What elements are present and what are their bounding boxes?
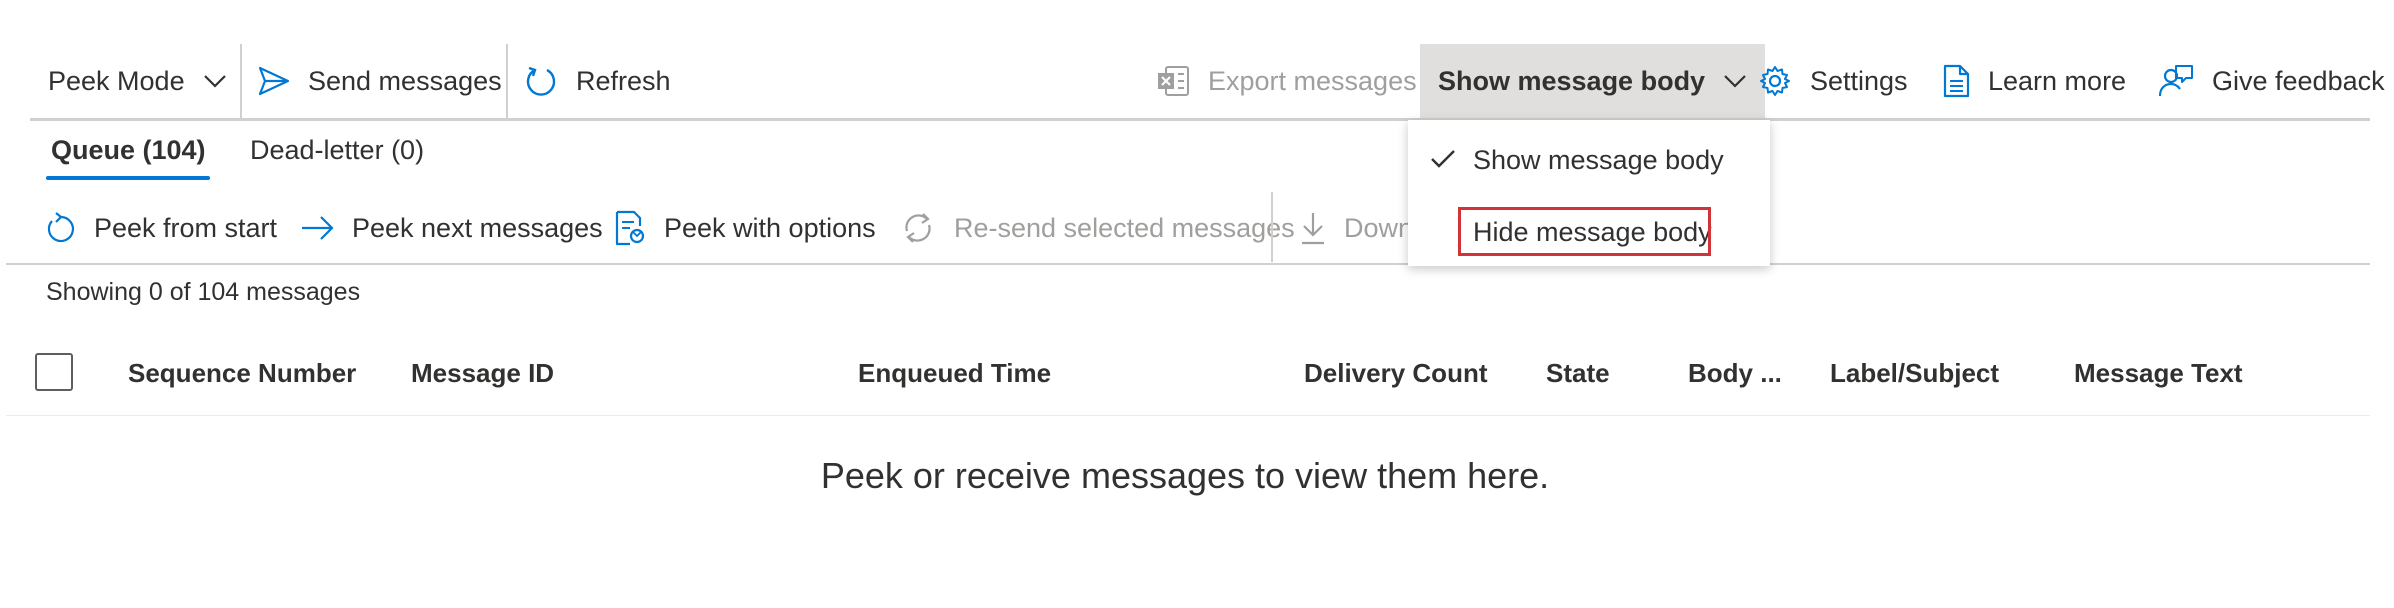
menu-item-show-message-body[interactable]: Show message body [1408,128,1770,192]
select-all-checkbox[interactable] [35,353,73,391]
refresh-label: Refresh [576,65,671,96]
settings-button[interactable]: Settings [1758,44,1908,118]
column-header-body[interactable]: Body ... [1688,358,1782,389]
empty-state-message: Peek or receive messages to view them he… [820,455,1550,496]
refresh-icon [524,64,558,98]
resend-selected-messages-label: Re-send selected messages [954,212,1295,243]
table-header-divider [6,415,2370,416]
export-messages-button[interactable]: Export messages [1156,44,1417,118]
arrow-right-icon [300,215,334,241]
chevron-down-icon [203,74,227,88]
send-icon [258,66,290,96]
column-header-label-subject[interactable]: Label/Subject [1830,358,1999,389]
give-feedback-button[interactable]: Give feedback [2158,44,2385,118]
message-count-status: Showing 0 of 104 messages [46,278,361,306]
excel-icon [1156,65,1190,97]
column-header-sequence-number[interactable]: Sequence Number [128,358,356,389]
resend-icon [900,211,936,245]
peek-with-options-button[interactable]: Peek with options [614,200,876,256]
separator [1271,192,1273,262]
download-icon [1300,211,1326,245]
learn-more-label: Learn more [1988,65,2127,96]
separator [240,44,242,118]
column-header-state[interactable]: State [1546,358,1610,389]
refresh-button[interactable]: Refresh [524,44,671,118]
highlight-box [1458,207,1711,256]
gear-icon [1758,64,1792,98]
export-messages-label: Export messages [1208,65,1417,96]
download-label: Down [1344,212,1414,243]
peek-next-messages-label: Peek next messages [352,212,603,243]
send-messages-label: Send messages [308,65,502,96]
checkmark-icon [1430,148,1456,170]
active-tab-indicator [46,176,210,180]
separator [506,44,508,118]
peek-options-icon [614,210,646,246]
column-header-message-id[interactable]: Message ID [411,358,554,389]
menu-item-label: Show message body [1473,144,1724,175]
peek-mode-dropdown[interactable]: Peek Mode [48,44,227,118]
feedback-icon [2158,64,2194,98]
peek-mode-label: Peek Mode [48,65,185,96]
peek-with-options-label: Peek with options [664,212,876,243]
peek-from-start-button[interactable]: Peek from start [46,200,277,256]
give-feedback-label: Give feedback [2212,65,2385,96]
document-icon [1942,64,1970,98]
rotate-icon [46,211,76,245]
toolbar-divider [6,263,2370,265]
peek-next-messages-button[interactable]: Peek next messages [300,200,603,256]
settings-label: Settings [1810,65,1908,96]
column-header-delivery-count[interactable]: Delivery Count [1304,358,1488,389]
resend-selected-messages-button[interactable]: Re-send selected messages [900,200,1295,256]
chevron-down-icon [1723,74,1747,88]
peek-from-start-label: Peek from start [94,212,278,243]
download-button[interactable]: Down [1300,200,1413,256]
column-header-enqueued-time[interactable]: Enqueued Time [858,358,1051,389]
show-message-body-dropdown[interactable]: Show message body [1420,44,1766,118]
send-messages-button[interactable]: Send messages [258,44,502,118]
tab-queue[interactable]: Queue (104) [51,135,206,166]
learn-more-button[interactable]: Learn more [1942,44,2126,118]
show-message-body-label: Show message body [1438,65,1706,96]
tab-dead-letter[interactable]: Dead-letter (0) [250,135,424,166]
column-header-message-text[interactable]: Message Text [2074,358,2243,389]
